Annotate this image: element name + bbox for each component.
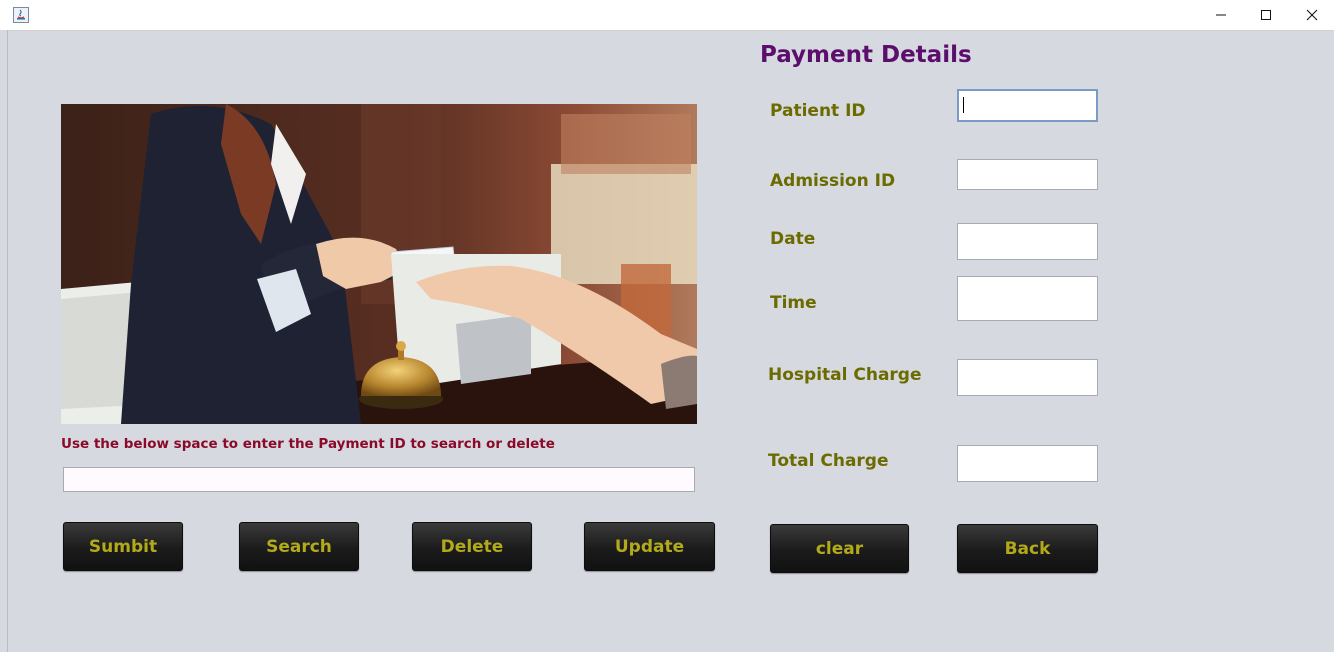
date-label: Date: [770, 229, 816, 249]
window-left-edge: [0, 30, 8, 652]
close-icon[interactable]: [1289, 0, 1334, 30]
maximize-icon[interactable]: [1243, 0, 1289, 30]
time-label: Time: [770, 293, 817, 313]
patient-id-label: Patient ID: [770, 101, 866, 121]
java-app-icon: [13, 7, 29, 23]
back-button[interactable]: Back: [957, 524, 1098, 573]
window-titlebar: [0, 0, 1334, 31]
patient-id-field[interactable]: [957, 89, 1098, 122]
total-charge-field[interactable]: [957, 445, 1098, 482]
minimize-icon[interactable]: [1198, 0, 1244, 30]
payment-id-search-input[interactable]: [63, 467, 695, 492]
update-button[interactable]: Update: [584, 522, 715, 571]
admission-id-label: Admission ID: [770, 171, 896, 191]
delete-button[interactable]: Delete: [412, 522, 532, 571]
reception-photo: [61, 104, 697, 424]
admission-id-field[interactable]: [957, 159, 1098, 190]
page-title: Payment Details: [760, 42, 972, 68]
total-charge-label: Total Charge: [768, 451, 889, 471]
date-field[interactable]: [957, 223, 1098, 260]
search-hint-text: Use the below space to enter the Payment…: [61, 436, 555, 452]
time-field[interactable]: [957, 276, 1098, 321]
hospital-charge-field[interactable]: [957, 359, 1098, 396]
text-caret: [963, 97, 964, 113]
search-button[interactable]: Search: [239, 522, 359, 571]
clear-button[interactable]: clear: [770, 524, 909, 573]
submit-button[interactable]: Sumbit: [63, 522, 183, 571]
hospital-charge-label: Hospital Charge: [768, 365, 922, 385]
